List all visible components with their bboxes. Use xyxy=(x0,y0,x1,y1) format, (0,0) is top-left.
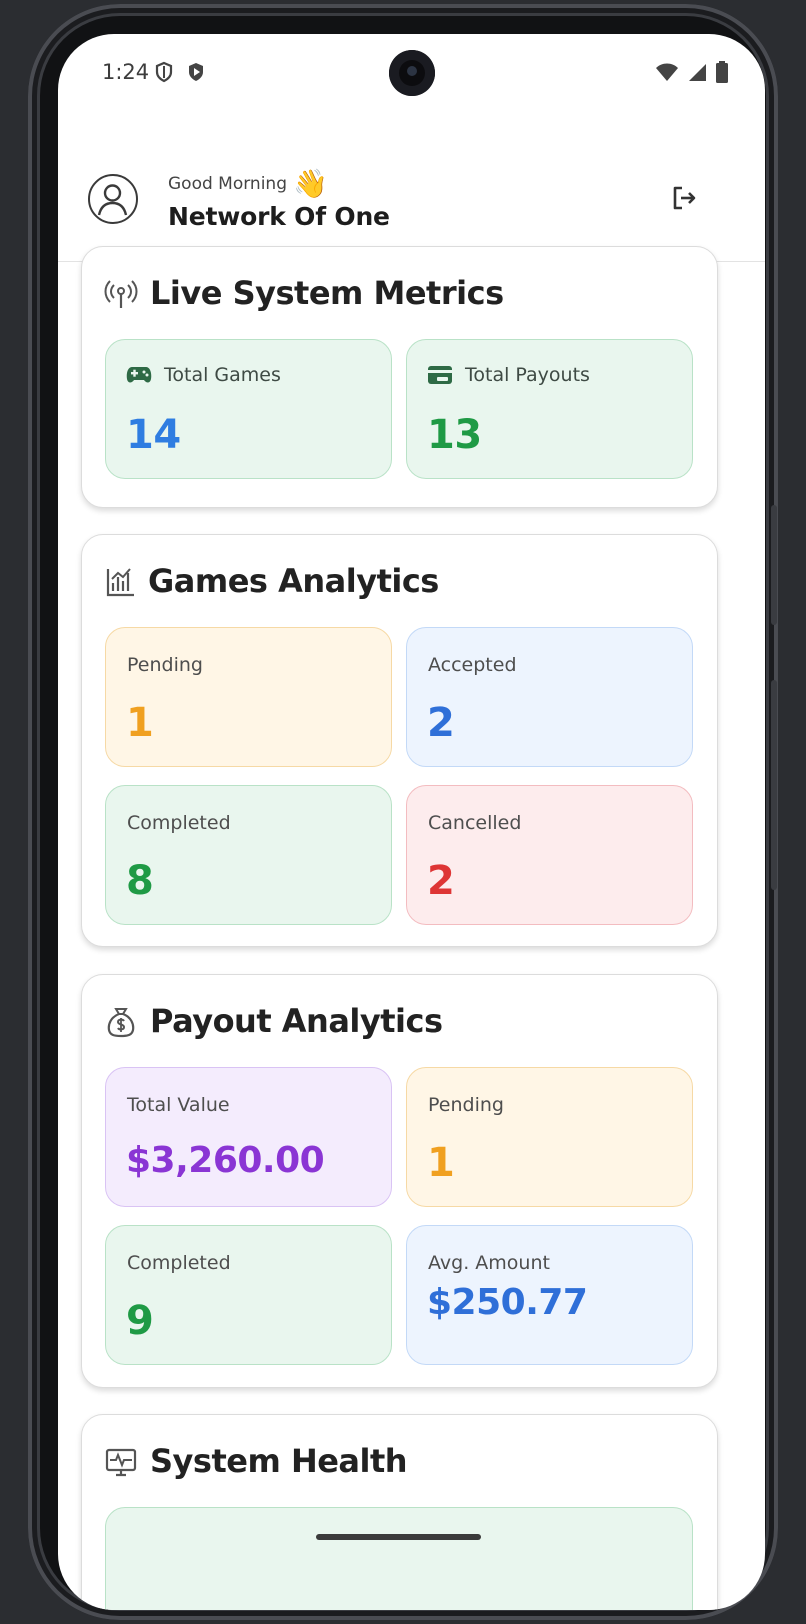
waving-hand-icon: 👋 xyxy=(293,167,328,200)
games-analytics-card: Games Analytics Pending 1 Accepted 2 Com… xyxy=(81,534,718,947)
payout-completed-tile[interactable]: Completed 9 xyxy=(105,1225,392,1365)
tile-label: Accepted xyxy=(428,654,517,676)
payout-total-value-tile[interactable]: Total Value $3,260.00 xyxy=(105,1067,392,1207)
tile-label: Total Value xyxy=(127,1094,230,1116)
payout-completed-value: 9 xyxy=(126,1298,154,1344)
games-pending-value: 1 xyxy=(126,700,154,746)
power-button xyxy=(771,505,777,625)
greeting-text: Good Morning xyxy=(168,174,287,194)
app-header: Good Morning 👋 Network Of One xyxy=(58,122,765,262)
games-accepted-value: 2 xyxy=(427,700,455,746)
status-bar: 1:24 xyxy=(58,34,765,114)
tile-label: Avg. Amount xyxy=(428,1252,550,1274)
user-name: Network Of One xyxy=(168,202,390,231)
payout-analytics-card: Payout Analytics Total Value $3,260.00 P… xyxy=(81,974,718,1388)
games-cancelled-value: 2 xyxy=(427,858,455,904)
status-icons-left xyxy=(154,61,206,83)
payout-pending-value: 1 xyxy=(427,1140,455,1186)
games-completed-value: 8 xyxy=(126,858,154,904)
wifi-icon xyxy=(656,63,678,81)
bar-chart-icon xyxy=(106,568,134,597)
payout-total-value: $3,260.00 xyxy=(126,1140,325,1181)
monitor-pulse-icon xyxy=(105,1448,137,1477)
greeting: Good Morning 👋 xyxy=(168,170,328,198)
card-title: System Health xyxy=(150,1442,408,1480)
total-games-tile[interactable]: Total Games 14 xyxy=(105,339,392,479)
money-bag-icon xyxy=(107,1008,135,1038)
signal-icon xyxy=(689,64,706,81)
tile-label: Pending xyxy=(127,654,203,676)
play-protect-icon xyxy=(189,63,203,81)
system-health-tile[interactable] xyxy=(105,1507,693,1610)
total-games-value: 14 xyxy=(126,412,181,458)
card-title: Games Analytics xyxy=(148,562,439,600)
gamepad-icon xyxy=(126,367,152,383)
card-title: Payout Analytics xyxy=(150,1002,443,1040)
tile-label: Pending xyxy=(428,1094,504,1116)
status-time: 1:24 xyxy=(102,60,150,84)
status-icons-right xyxy=(655,61,729,83)
games-accepted-tile[interactable]: Accepted 2 xyxy=(406,627,693,767)
games-cancelled-tile[interactable]: Cancelled 2 xyxy=(406,785,693,925)
payout-pending-tile[interactable]: Pending 1 xyxy=(406,1067,693,1207)
tile-label: Completed xyxy=(127,812,231,834)
payout-avg-amount-tile[interactable]: Avg. Amount $250.77 xyxy=(406,1225,693,1365)
live-metrics-card: Live System Metrics Total Games 14 Total… xyxy=(81,246,718,508)
volume-button xyxy=(771,680,777,890)
payout-avg-amount-value: $250.77 xyxy=(427,1282,588,1323)
total-payouts-tile[interactable]: Total Payouts 13 xyxy=(406,339,693,479)
total-payouts-value: 13 xyxy=(427,412,482,458)
games-completed-tile[interactable]: Completed 8 xyxy=(105,785,392,925)
app-screen: 1:24 Good Morning 👋 Network Of One Live … xyxy=(58,34,765,1610)
credit-card-icon xyxy=(428,366,452,384)
front-camera xyxy=(389,50,435,96)
user-circle-icon[interactable] xyxy=(88,174,138,224)
broadcast-icon xyxy=(104,280,138,308)
battery-icon xyxy=(716,61,728,83)
tile-label: Total Payouts xyxy=(465,364,590,386)
tile-label: Completed xyxy=(127,1252,231,1274)
tile-label: Total Games xyxy=(164,364,281,386)
logout-icon[interactable] xyxy=(670,184,698,212)
home-indicator[interactable] xyxy=(316,1534,481,1540)
tile-label: Cancelled xyxy=(428,812,522,834)
system-health-card: System Health xyxy=(81,1414,718,1610)
card-title: Live System Metrics xyxy=(150,274,504,312)
vpn-shield-icon xyxy=(155,61,173,83)
games-pending-tile[interactable]: Pending 1 xyxy=(105,627,392,767)
